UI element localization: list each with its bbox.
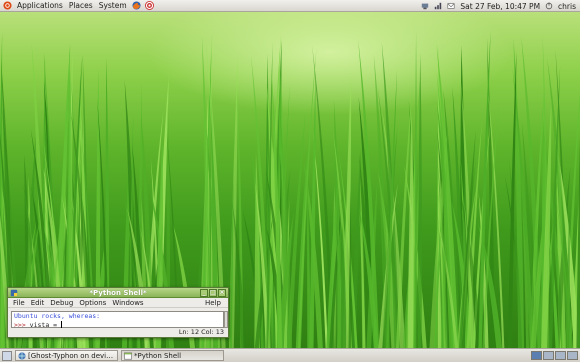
network-icon[interactable] [421,2,429,10]
taskbar-item-label: *Python Shell [134,351,182,360]
help-launcher-icon[interactable] [144,1,154,10]
python-shell-window: *Python Shell* _ □ × File Edit Debug Opt… [7,287,229,338]
top-panel: Applications Places System Sat 27 Feb, 1… [0,0,580,12]
menu-file[interactable]: File [10,298,28,308]
menu-system[interactable]: System [96,0,130,12]
mail-icon[interactable] [447,2,455,10]
window-titlebar[interactable]: *Python Shell* _ □ × [8,288,228,298]
vertical-scrollbar[interactable] [224,311,228,328]
window-title: *Python Shell* [89,289,147,297]
maximize-button[interactable]: □ [209,289,217,297]
menu-windows[interactable]: Windows [109,298,146,308]
workspace-1[interactable] [531,351,542,360]
workspace-3[interactable] [555,351,566,360]
line-column-status: Ln: 12 Col: 13 [178,328,224,336]
taskbar-item-label: [Ghost-Typhon on devi… [28,351,114,360]
panel-menu: Applications Places System [0,0,156,11]
panel-tray: Sat 27 Feb, 10:47 PM chris [421,0,580,12]
workspace-switcher [531,351,578,360]
taskbar-item-browser[interactable]: [Ghost-Typhon on devi… [15,350,118,361]
terminal-window-icon [124,351,132,360]
panel-clock[interactable]: Sat 27 Feb, 10:47 PM [460,2,540,11]
menu-options[interactable]: Options [76,298,109,308]
shell-prompt: >>> [14,320,26,329]
show-desktop-button[interactable] [2,350,12,361]
shell-output-line: Ubuntu rocks, whereas: [14,312,101,320]
menu-debug[interactable]: Debug [47,298,76,308]
menu-edit[interactable]: Edit [28,298,48,308]
menu-places[interactable]: Places [66,0,96,12]
power-icon[interactable] [545,2,553,10]
taskbar-item-python-shell[interactable]: *Python Shell [121,350,224,361]
window-menubar: File Edit Debug Options Windows Help [8,298,228,308]
browser-globe-icon [18,351,26,360]
bottom-panel: [Ghost-Typhon on devi… *Python Shell [0,348,580,362]
menu-help[interactable]: Help [202,298,224,308]
shell-text-area[interactable]: Ubuntu rocks, whereas: >>> vista = [11,311,224,328]
shell-input-text[interactable]: vista = [26,321,61,329]
panel-user-name[interactable]: chris [558,2,576,11]
close-button[interactable]: × [218,289,226,297]
firefox-launcher-icon[interactable] [132,1,141,10]
menu-applications[interactable]: Applications [14,0,66,12]
volume-icon[interactable] [434,2,442,10]
minimize-button[interactable]: _ [200,289,208,297]
ubuntu-logo-icon [3,1,12,10]
workspace-2[interactable] [543,351,554,360]
python-icon [10,289,18,297]
workspace-4[interactable] [567,351,578,360]
text-cursor [60,320,62,328]
window-controls: _ □ × [200,289,226,297]
